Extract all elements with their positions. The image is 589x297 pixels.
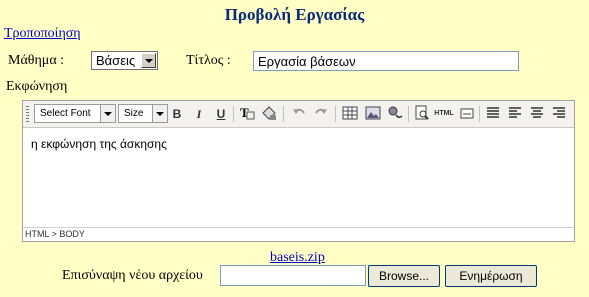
undo-icon[interactable] <box>289 105 309 123</box>
size-select[interactable]: Size <box>118 104 168 123</box>
align-center-icon[interactable] <box>527 105 547 123</box>
editor-status-bar: HTML > BODY <box>23 227 574 241</box>
background-color-icon[interactable] <box>259 105 279 123</box>
update-button[interactable]: Ενημέρωση <box>445 265 537 287</box>
size-select-label: Size <box>124 108 144 119</box>
element-path: HTML > BODY <box>25 229 85 239</box>
page-title: Προβολή Εργασίας <box>224 5 365 24</box>
redo-icon[interactable] <box>311 105 331 123</box>
font-select-label: Select Font <box>40 108 91 119</box>
browse-button[interactable]: Browse... <box>368 265 440 287</box>
text-color-icon[interactable]: T <box>237 105 257 123</box>
font-select[interactable]: Select Font <box>34 104 116 123</box>
rich-text-editor: Select Font Size B I U T HTML η εκφώνηση… <box>22 100 575 242</box>
align-left-icon[interactable] <box>505 105 525 123</box>
title-label: Τίτλος : <box>186 53 231 68</box>
chevron-down-icon[interactable] <box>141 53 156 68</box>
chevron-down-icon[interactable] <box>100 105 115 122</box>
attach-label: Επισύναψη νέου αρχείου <box>62 268 203 283</box>
subject-select-value: Βάσεις <box>96 53 136 68</box>
image-icon[interactable] <box>363 105 383 123</box>
chevron-down-icon[interactable] <box>152 105 167 122</box>
description-label: Εκφώνηση <box>6 79 68 94</box>
edit-link[interactable]: Τροποποίηση <box>4 26 81 42</box>
editor-content-text: η εκφώνηση της άσκησης <box>31 137 167 151</box>
file-path-input[interactable] <box>220 265 366 286</box>
subject-select[interactable]: Βάσεις <box>91 51 158 70</box>
subject-label: Μάθημα : <box>8 53 65 68</box>
underline-button[interactable]: U <box>211 105 231 123</box>
bold-button[interactable]: B <box>167 105 187 123</box>
justify-icon[interactable] <box>483 105 503 123</box>
align-right-icon[interactable] <box>549 105 569 123</box>
editor-toolbar: Select Font Size B I U T HTML <box>23 101 574 128</box>
table-icon[interactable] <box>340 105 360 123</box>
italic-button[interactable]: I <box>189 105 209 123</box>
preview-icon[interactable] <box>412 105 432 123</box>
html-source-button[interactable]: HTML <box>432 105 456 123</box>
form-icon[interactable] <box>457 105 477 123</box>
title-input[interactable]: Εργασία βάσεων <box>253 51 519 71</box>
editor-content[interactable]: η εκφώνηση της άσκησης <box>23 128 574 228</box>
toolbar-grip-icon[interactable] <box>26 106 29 122</box>
attached-file-link[interactable]: baseis.zip <box>270 250 325 266</box>
link-icon[interactable] <box>385 105 405 123</box>
